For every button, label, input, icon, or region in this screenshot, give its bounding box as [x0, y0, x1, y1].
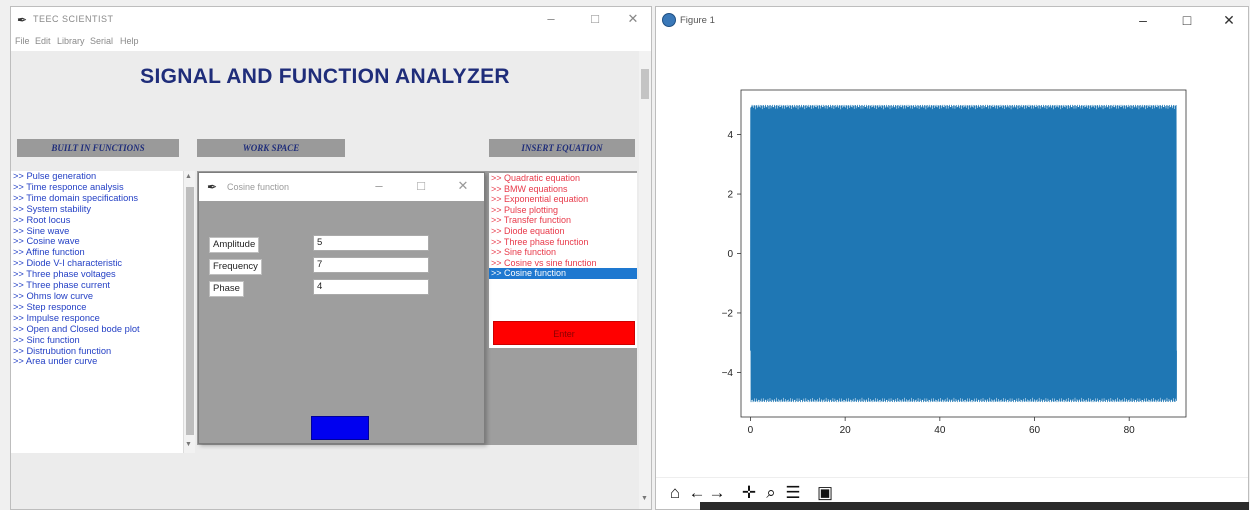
- close-icon[interactable]: ✕: [623, 11, 643, 27]
- insert-list-item[interactable]: >> BMW equations: [489, 184, 637, 195]
- menubar: File Edit Library Serial Help: [11, 33, 651, 51]
- y-tick-label: 0: [727, 249, 733, 260]
- configure-subplots-icon[interactable]: ☰: [784, 483, 802, 503]
- workspace-header: WORK SPACE: [197, 139, 345, 157]
- save-icon[interactable]: ▣: [816, 483, 834, 503]
- builtin-functions-header: BUILT IN FUNCTIONS: [17, 139, 179, 157]
- page-title: SIGNAL AND FUNCTION ANALYZER: [140, 65, 510, 88]
- insert-list-item[interactable]: >> Quadratic equation: [489, 173, 637, 184]
- insert-list-item[interactable]: >> Cosine function: [489, 268, 637, 279]
- builtin-list-item[interactable]: >> Cosine wave: [11, 236, 183, 247]
- back-arrow-icon[interactable]: ←: [688, 483, 706, 503]
- insert-list-item[interactable]: >> Pulse plotting: [489, 205, 637, 216]
- insert-list-item[interactable]: >> Transfer function: [489, 215, 637, 226]
- builtin-list-item[interactable]: >> Ohms low curve: [11, 291, 183, 302]
- maximize-icon[interactable]: □: [585, 11, 605, 26]
- amplitude-label: Amplitude: [209, 237, 260, 253]
- y-tick-label: −2: [722, 308, 734, 319]
- cosine-function-dialog: ✒ Cosine function – □ ✕ Amplitude 5 Freq…: [198, 172, 485, 444]
- y-tick-label: 2: [727, 190, 733, 201]
- builtin-list-item[interactable]: >> Impulse responce: [11, 313, 183, 324]
- dialog-title: Cosine function: [227, 182, 290, 192]
- x-tick-label: 0: [748, 425, 754, 436]
- insert-list-item[interactable]: >> Sine function: [489, 247, 637, 258]
- builtin-list-item[interactable]: >> Affine function: [11, 247, 183, 258]
- figure-window: Figure 1 – □ ✕ 0 20 40 60 80 −4 −2 0 2 4 ⌂ ← → ✛…: [655, 6, 1249, 510]
- frequency-label: Frequency: [209, 259, 262, 275]
- desktop: ✒ TEEC SCIENTIST – □ ✕ File Edit Library…: [0, 0, 1250, 510]
- menu-library[interactable]: Library: [57, 36, 85, 46]
- scrollbar-thumb[interactable]: [641, 69, 649, 99]
- insert-equation-header: INSERT EQUATION: [489, 139, 635, 157]
- insert-enter-button[interactable]: Enter: [493, 321, 635, 345]
- builtin-list-item[interactable]: >> Step responce: [11, 302, 183, 313]
- frequency-input[interactable]: 7: [313, 257, 429, 273]
- cosine-plot[interactable]: 0 20 40 60 80 −4 −2 0 2 4: [656, 7, 1248, 477]
- builtin-list-item[interactable]: >> Sinc function: [11, 335, 183, 346]
- builtin-list-item[interactable]: >> Sine wave: [11, 226, 183, 237]
- pan-icon[interactable]: ✛: [740, 483, 758, 503]
- close-icon[interactable]: ✕: [453, 178, 473, 194]
- series-layer: [750, 104, 1177, 403]
- x-tick-label: 60: [1029, 425, 1041, 436]
- builtin-list-item[interactable]: >> Distrubution function: [11, 346, 183, 357]
- x-tick-label: 80: [1124, 425, 1136, 436]
- menu-file[interactable]: File: [15, 36, 30, 46]
- insert-list-item[interactable]: >> Exponential equation: [489, 194, 637, 205]
- x-tick-label: 40: [934, 425, 946, 436]
- dialog-titlebar[interactable]: ✒ Cosine function – □ ✕: [199, 173, 484, 201]
- taskbar-strip: [700, 502, 1249, 510]
- app-title: TEEC SCIENTIST: [33, 14, 114, 24]
- app-scrollbar[interactable]: ▼: [639, 51, 651, 509]
- app-titlebar[interactable]: ✒ TEEC SCIENTIST – □ ✕: [11, 7, 651, 33]
- amplitude-input[interactable]: 5: [313, 235, 429, 251]
- y-tick-label: −4: [722, 368, 734, 379]
- maximize-icon[interactable]: □: [411, 178, 431, 193]
- builtin-list-item[interactable]: >> Diode V-I characteristic: [11, 258, 183, 269]
- builtin-list-item[interactable]: >> Three phase current: [11, 280, 183, 291]
- plot-button[interactable]: [311, 416, 369, 440]
- builtin-list-item[interactable]: >> Time responce analysis: [11, 182, 183, 193]
- zoom-icon[interactable]: ⌕: [762, 483, 780, 503]
- scroll-down-icon[interactable]: ▼: [185, 441, 192, 448]
- builtin-list-item[interactable]: >> Three phase voltages: [11, 269, 183, 280]
- builtin-list-item[interactable]: >> Time domain specifications: [11, 193, 183, 204]
- minimize-icon[interactable]: –: [541, 11, 561, 26]
- phase-input[interactable]: 4: [313, 279, 429, 295]
- y-tick-label: 4: [727, 130, 733, 141]
- builtin-functions-list[interactable]: >> Pulse generation >> Time responce anal…: [11, 171, 183, 453]
- scrollbar-thumb[interactable]: [186, 187, 194, 435]
- feather-icon: ✒: [17, 13, 28, 27]
- scroll-down-icon[interactable]: ▼: [641, 495, 648, 502]
- builtin-list-item[interactable]: >> Root locus: [11, 215, 183, 226]
- builtin-list-scrollbar[interactable]: ▲ ▼: [183, 171, 195, 453]
- minimize-icon[interactable]: –: [369, 178, 389, 193]
- scroll-up-icon[interactable]: ▲: [185, 173, 192, 180]
- builtin-list-item[interactable]: >> Area under curve: [11, 356, 183, 367]
- insert-list-item[interactable]: >> Three phase function: [489, 237, 637, 248]
- feather-icon: ✒: [207, 180, 218, 194]
- menu-help[interactable]: Help: [120, 36, 139, 46]
- menu-edit[interactable]: Edit: [35, 36, 51, 46]
- phase-label: Phase: [209, 281, 244, 297]
- builtin-list-item[interactable]: >> System stability: [11, 204, 183, 215]
- forward-arrow-icon[interactable]: →: [708, 483, 726, 503]
- x-tick-label: 20: [840, 425, 852, 436]
- cosine-series-line: [750, 104, 1177, 403]
- builtin-list-item[interactable]: >> Open and Closed bode plot: [11, 324, 183, 335]
- insert-list-item[interactable]: >> Cosine vs sine function: [489, 258, 637, 269]
- menu-serial[interactable]: Serial: [90, 36, 113, 46]
- home-icon[interactable]: ⌂: [666, 483, 684, 503]
- builtin-list-item[interactable]: >> Pulse generation: [11, 171, 183, 182]
- insert-list-item[interactable]: >> Diode equation: [489, 226, 637, 237]
